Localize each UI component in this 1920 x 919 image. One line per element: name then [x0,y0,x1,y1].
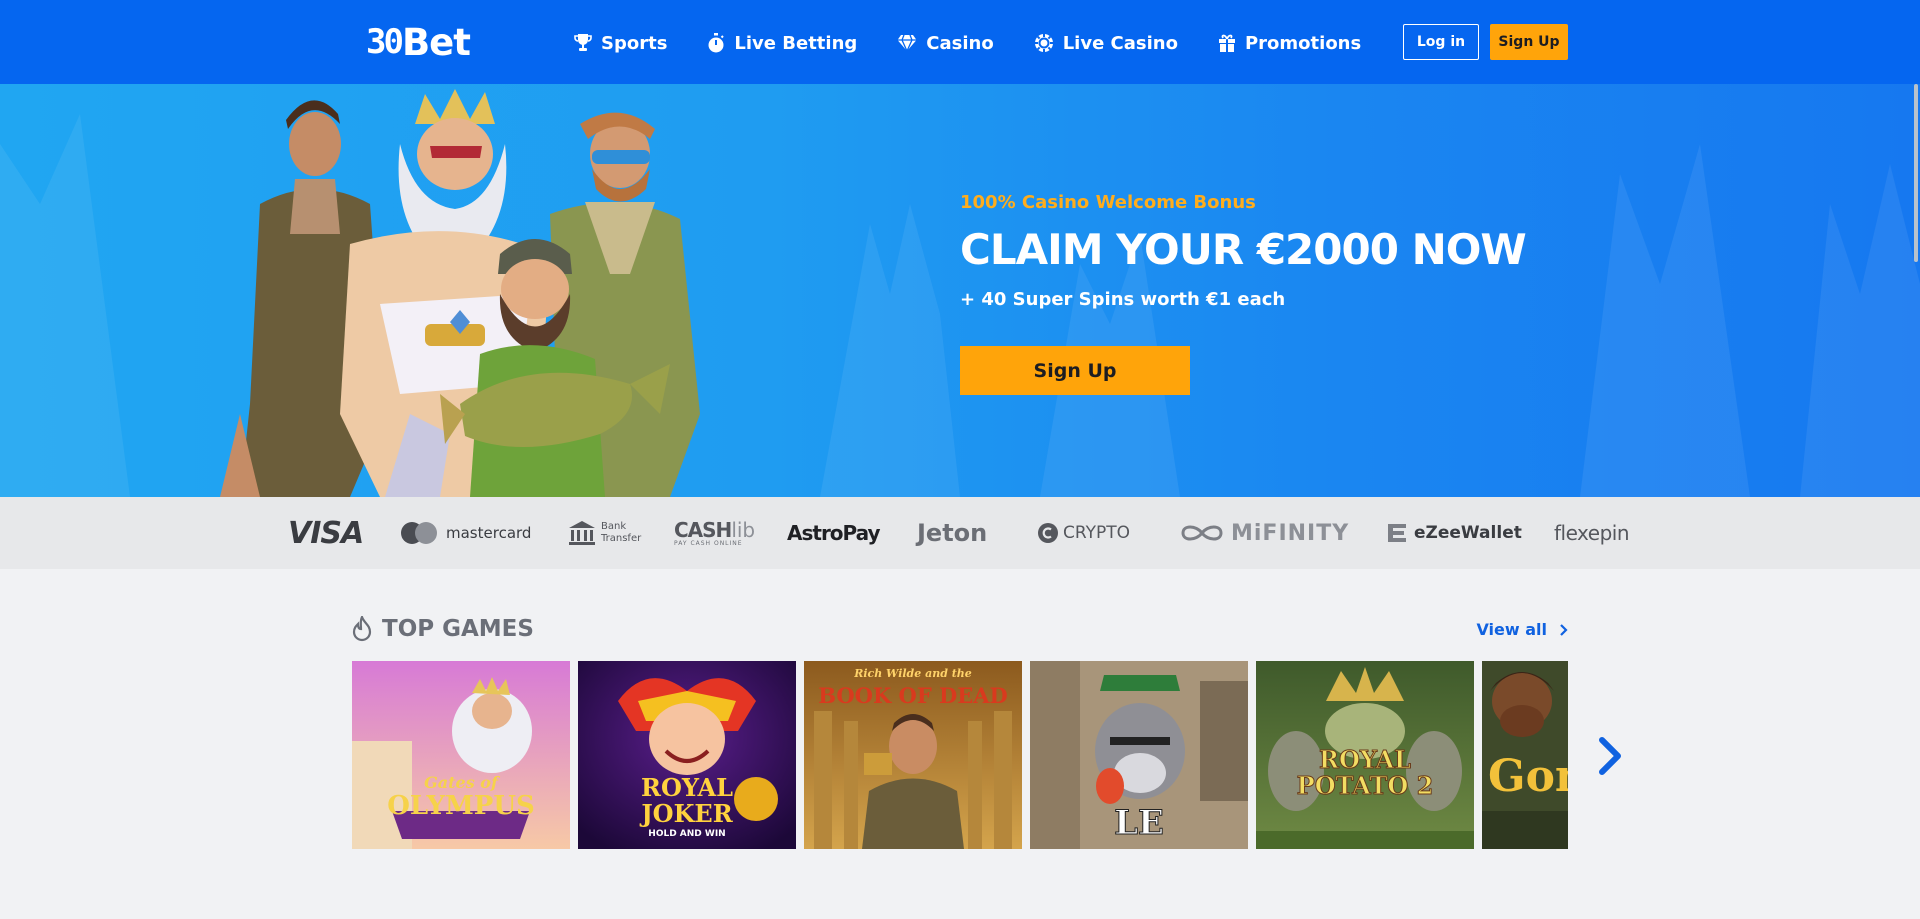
hero-characters-image [220,89,700,497]
payment-mastercard: mastercard [399,497,531,569]
cashlib-tagline: PAY CASH ONLINE [674,539,743,547]
game-title-line2: OLYMPUS [387,791,535,821]
payment-crypto: CRYPTO [1037,497,1130,569]
hero-signup-button[interactable]: Sign Up [960,346,1190,395]
page-scrollbar[interactable] [1914,84,1918,262]
mastercard-icon [401,522,437,544]
game-title-line1: Rich Wilde and the [854,667,972,680]
view-all-link[interactable]: View all [1476,620,1568,639]
crypto-coin-icon [1038,523,1058,543]
flame-icon [352,616,372,642]
nav-item-live-betting[interactable]: Live Betting [707,33,857,54]
logo[interactable]: 30 Bet [366,20,471,64]
game-tile-royal-potato-2[interactable]: ROYAL POTATO 2 [1256,661,1474,849]
cashlib-label: CASH [674,517,732,542]
payment-jeton: Jeton [917,497,987,569]
logo-number: 30 [366,22,404,62]
game-tile-book-of-dead[interactable]: Rich Wilde and the BOOK OF DEAD [804,661,1022,849]
flexepin-logo: flexepin [1554,521,1630,545]
astropay-logo: AstroPay [787,521,881,545]
carousel-next-arrow-icon[interactable] [1596,736,1624,776]
nav-item-promotions[interactable]: Promotions [1218,33,1361,54]
game-title-line1: ROYAL [1319,745,1412,775]
logo-word: Bet [401,20,471,64]
cashlib-suffix: lib [731,517,756,542]
nav-label-sports: Sports [601,32,668,54]
crypto-label: CRYPTO [1063,523,1130,543]
game-title-line2: POTATO 2 [1296,771,1434,801]
nav-label-casino: Casino [926,32,994,54]
nav-item-casino[interactable]: Casino [897,32,994,54]
game-title-line1: LE BANDIT [1060,803,1218,850]
signup-header-button[interactable]: Sign Up [1490,24,1568,60]
top-header: 30 Bet Sports Live Betting Casino Live C… [0,0,1920,84]
nav-label-live-casino: Live Casino [1062,32,1178,54]
game-tile-le-bandit[interactable]: LE BANDIT [1030,661,1248,849]
casino-chip-icon [1034,34,1053,52]
payment-methods-bar: VISA mastercard Bank Transfer CASH lib P… [0,497,1920,569]
nav-label-live-betting: Live Betting [734,32,858,54]
main-nav: Sports Live Betting Casino Live Casino P… [574,28,1401,58]
payment-mifinity: MiFINITY [1177,497,1349,569]
trophy-icon [574,34,592,51]
game-title-line1: Gates of [424,773,498,792]
ezeewallet-icon [1388,524,1406,542]
payment-visa: VISA [288,497,364,569]
top-games-title: TOP GAMES [352,616,534,642]
payment-flexepin: flexepin [1554,497,1630,569]
hero-kicker: 100% Casino Welcome Bonus [960,192,1256,213]
chevron-right-icon [1560,623,1568,636]
bank-icon [569,521,595,545]
nav-label-promotions: Promotions [1244,32,1362,54]
payment-cashlib: CASH lib PAY CASH ONLINE [674,497,755,569]
hero-banner: 100% Casino Welcome Bonus CLAIM YOUR €20… [0,84,1920,497]
payment-bank-transfer: Bank Transfer [568,497,641,569]
game-title-line3: HOLD AND WIN [648,829,726,839]
top-games-carousel: Gates of OLYMPUS ROYAL JOKER HOLD AND WI… [352,661,1568,849]
gift-icon [1218,34,1235,52]
stopwatch-icon [708,33,725,53]
game-title-line1: ROYAL [641,773,733,802]
hero-title: CLAIM YOUR €2000 NOW [960,225,1527,274]
login-button[interactable]: Log in [1403,24,1479,60]
bank-label-line2: Transfer [601,533,642,544]
hero-subtitle: + 40 Super Spins worth €1 each [960,289,1286,310]
ezeewallet-label: eZeeWallet [1414,523,1522,543]
mifinity-label: MiFINITY [1231,520,1350,546]
payment-astropay: AstroPay [787,497,881,569]
nav-item-live-casino[interactable]: Live Casino [1034,33,1178,54]
top-games-label: TOP GAMES [382,616,534,642]
view-all-label: View all [1476,620,1547,639]
game-title-line2: BOOK OF DEAD [818,683,1008,708]
game-tile-royal-joker[interactable]: ROYAL JOKER HOLD AND WIN [578,661,796,849]
game-title-line2: JOKER [641,799,733,828]
infinity-icon [1181,525,1223,541]
game-title-line1: Gon [1488,751,1568,802]
game-tile-gonzo[interactable]: Gon [1482,661,1568,849]
nav-item-sports[interactable]: Sports [574,33,667,54]
jeton-logo: Jeton [917,519,988,547]
game-tile-gates-of-olympus[interactable]: Gates of OLYMPUS [352,661,570,849]
payment-ezeewallet: eZeeWallet [1385,497,1522,569]
mastercard-label: mastercard [446,524,532,542]
top-games-header: TOP GAMES View all [352,616,1568,648]
diamond-icon [897,34,917,52]
bank-label-line1: Bank [601,521,627,532]
visa-logo: VISA [288,515,364,551]
